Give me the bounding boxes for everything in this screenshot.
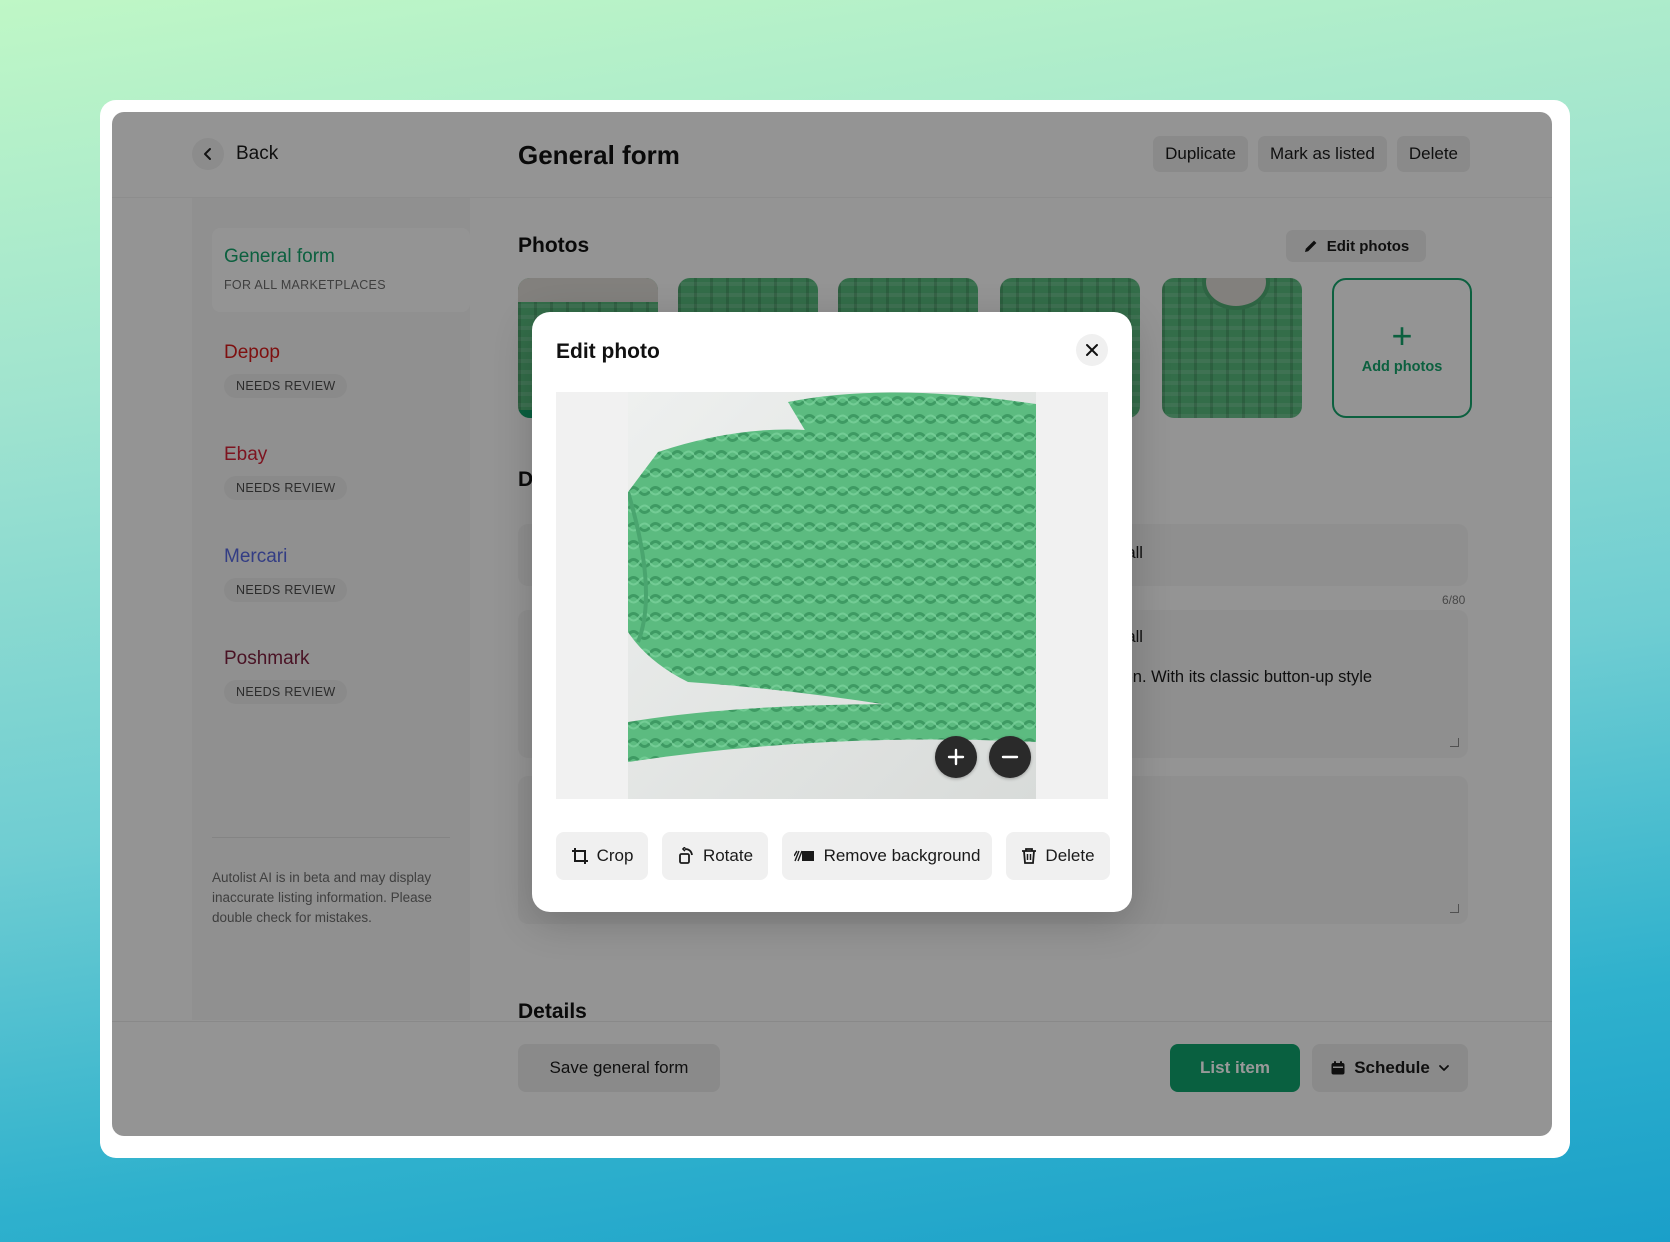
remove-background-label: Remove background <box>823 846 981 865</box>
zoom-out-button[interactable] <box>989 736 1031 778</box>
sweater-photo <box>628 392 1036 799</box>
remove-background-button[interactable]: Remove background <box>782 832 992 880</box>
crop-icon <box>571 848 588 864</box>
modal-title: Edit photo <box>556 340 660 363</box>
rotate-button[interactable]: Rotate <box>662 832 768 880</box>
crop-label: Crop <box>596 846 634 865</box>
delete-photo-label: Delete <box>1045 846 1095 865</box>
delete-photo-button[interactable]: Delete <box>1006 832 1110 880</box>
close-icon <box>1086 344 1098 356</box>
crop-button[interactable]: Crop <box>556 832 648 880</box>
minus-icon <box>1001 755 1019 759</box>
photo-canvas[interactable] <box>556 392 1108 799</box>
plus-icon <box>947 748 965 766</box>
remove-background-icon <box>793 850 814 862</box>
trash-icon <box>1022 848 1037 864</box>
rotate-icon <box>679 847 693 864</box>
zoom-in-button[interactable] <box>935 736 977 778</box>
edit-photo-modal: Edit photo Crop Rotate Remove background… <box>532 312 1132 912</box>
rotate-label: Rotate <box>702 846 754 865</box>
close-button[interactable] <box>1076 334 1108 366</box>
